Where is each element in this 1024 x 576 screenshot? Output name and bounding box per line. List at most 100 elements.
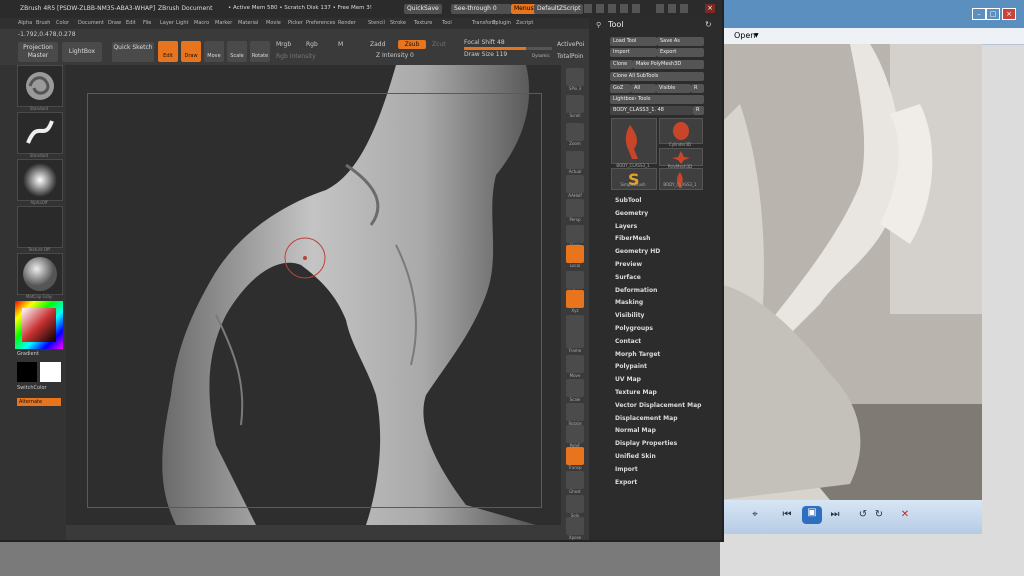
gradient-label[interactable]: Gradient [17,351,39,357]
menu-item-stencil[interactable]: Stencil [368,20,385,26]
maximize-icon[interactable]: □ [986,8,1000,20]
slideshow-icon[interactable]: ▣ [802,506,822,524]
menu-item-file[interactable]: File [143,20,151,26]
quick-sketch-button[interactable]: Quick Sketch [112,42,154,62]
lightbox-tools-button[interactable]: Lightbox› Tools [610,95,704,104]
edit-button[interactable]: Edit [158,41,178,62]
right-shelf-button-scroll[interactable] [566,95,584,113]
tool-tile-body[interactable] [611,118,657,164]
refresh-icon[interactable]: ↻ [705,20,712,29]
zcut-button[interactable]: Zcut [432,41,446,48]
right-shelf-button-solo[interactable] [566,495,584,513]
tool-subpalette-morph-target[interactable]: Morph Target [615,351,660,358]
right-shelf-button-scale[interactable] [566,379,584,397]
menu-item-document[interactable]: Document [78,20,104,26]
all-button[interactable]: All [631,84,656,93]
stroke-thumbnail[interactable] [17,112,63,154]
menu-item-material[interactable]: Material [238,20,258,26]
right-shelf-button-floor[interactable] [566,225,584,243]
switchcolor-button[interactable]: SwitchColor [17,385,47,391]
quicksave-button[interactable]: QuickSave [404,4,442,14]
menu-item-edit[interactable]: Edit [126,20,136,26]
right-shelf-button-l-sym[interactable] [566,271,584,289]
right-shelf-button-move[interactable] [566,355,584,373]
delete-icon[interactable]: ✕ [898,508,912,522]
menu-item-alpha[interactable]: Alpha [18,20,32,26]
focal-shift-slider[interactable]: Focal Shift 48 [464,39,505,46]
maximize-icon[interactable] [680,4,688,13]
tool-subpalette-export[interactable]: Export [615,479,637,486]
see-through-slider[interactable]: See-through 0 [451,4,511,14]
right-shelf-button-persp[interactable] [566,199,584,217]
menu-item-tool[interactable]: Tool [442,20,452,26]
right-shelf-button-local[interactable] [566,245,584,263]
tool-subpalette-fibermesh[interactable]: FiberMesh [615,235,650,242]
make-polymesh-button[interactable]: Make PolyMesh3D [633,60,704,69]
load-tool-button[interactable]: Load Tool [610,37,657,46]
right-shelf-button-transp[interactable] [566,447,584,465]
mrgb-button[interactable]: Mrgb [276,41,291,48]
menu-item-render[interactable]: Render [338,20,356,26]
tool-subpalette-subtool[interactable]: SubTool [615,197,641,204]
right-shelf-button-spix-3[interactable] [566,68,584,86]
tool-tile-cylinder[interactable] [659,118,703,144]
rotate-right-icon[interactable]: ↻ [872,508,886,522]
tool-subpalette-texture-map[interactable]: Texture Map [615,389,657,396]
export-button[interactable]: Export [657,48,704,57]
menu-item-preferences[interactable]: Preferences [306,20,335,26]
rgb-button[interactable]: Rgb [306,41,318,48]
material-thumbnail[interactable] [17,253,63,295]
right-shelf-button-frame[interactable] [566,330,584,348]
menu-item-color[interactable]: Color [56,20,69,26]
brush-thumbnail[interactable] [17,65,63,107]
window-button-icon[interactable] [584,4,592,13]
tool-subpalette-unified-skin[interactable]: Unified Skin [615,453,656,460]
menu-item-stroke[interactable]: Stroke [390,20,406,26]
main-color-swatch[interactable] [17,362,37,382]
move-button[interactable]: Move [204,41,224,62]
tool-subpalette-polypaint[interactable]: Polypaint [615,363,647,370]
draw-button[interactable]: Draw [181,41,201,62]
rotate-left-icon[interactable]: ↺ [856,508,870,522]
drag-icon[interactable]: ⚲ [596,21,601,29]
tool-subpalette-layers[interactable]: Layers [615,223,637,230]
tool-subpalette-visibility[interactable]: Visibility [615,312,644,319]
r-button[interactable]: R [693,106,704,115]
rotate-button[interactable]: Rotate [250,41,270,62]
menu-item-texture[interactable]: Texture [414,20,432,26]
window-button-icon[interactable] [608,4,616,13]
menu-item-zplugin[interactable]: Zplugin [492,20,511,26]
tool-subpalette-vector-displacement-map[interactable]: Vector Displacement Map [615,402,701,409]
scale-button[interactable]: Scale [227,41,247,62]
right-shelf-button-xpose[interactable] [566,517,584,535]
right-shelf-button-rotate[interactable] [566,403,584,421]
menu-item-marker[interactable]: Marker [215,20,232,26]
tool-subpalette-displacement-map[interactable]: Displacement Map [615,415,678,422]
projection-master-button[interactable]: Projection Master [18,42,58,62]
right-shelf-button-actual[interactable] [566,151,584,169]
zoom-icon[interactable]: ⌖ [748,508,762,522]
tool-subpalette-polygroups[interactable]: Polygroups [615,325,653,332]
import-button[interactable]: Import [610,48,657,57]
menu-item-picker[interactable]: Picker [288,20,303,26]
window-button-icon[interactable] [656,4,664,13]
current-tool-slider[interactable]: BODY_CLASS3_1. 48 [610,106,693,115]
goz-button[interactable]: GoZ [610,84,631,93]
tool-subpalette-geometry[interactable]: Geometry [615,210,648,217]
tool-subpalette-preview[interactable]: Preview [615,261,642,268]
menus-button[interactable]: Menus [511,4,537,14]
menu-item-draw[interactable]: Draw [108,20,121,26]
menu-item-light[interactable]: Light [176,20,188,26]
window-button-icon[interactable] [596,4,604,13]
focal-shift-track[interactable] [464,47,552,50]
tool-subpalette-import[interactable]: Import [615,466,638,473]
z-intensity-slider[interactable]: Z Intensity 0 [376,52,414,59]
tool-subpalette-contact[interactable]: Contact [615,338,641,345]
zadd-button[interactable]: Zadd [370,41,385,48]
zsub-button[interactable]: Zsub [398,40,426,49]
save-as-button[interactable]: Save As [657,37,704,46]
lightbox-button[interactable]: LightBox [62,42,102,62]
minimize-icon[interactable] [668,4,676,13]
draw-size-slider[interactable]: Draw Size 119 [464,51,507,58]
window-button-icon[interactable] [620,4,628,13]
